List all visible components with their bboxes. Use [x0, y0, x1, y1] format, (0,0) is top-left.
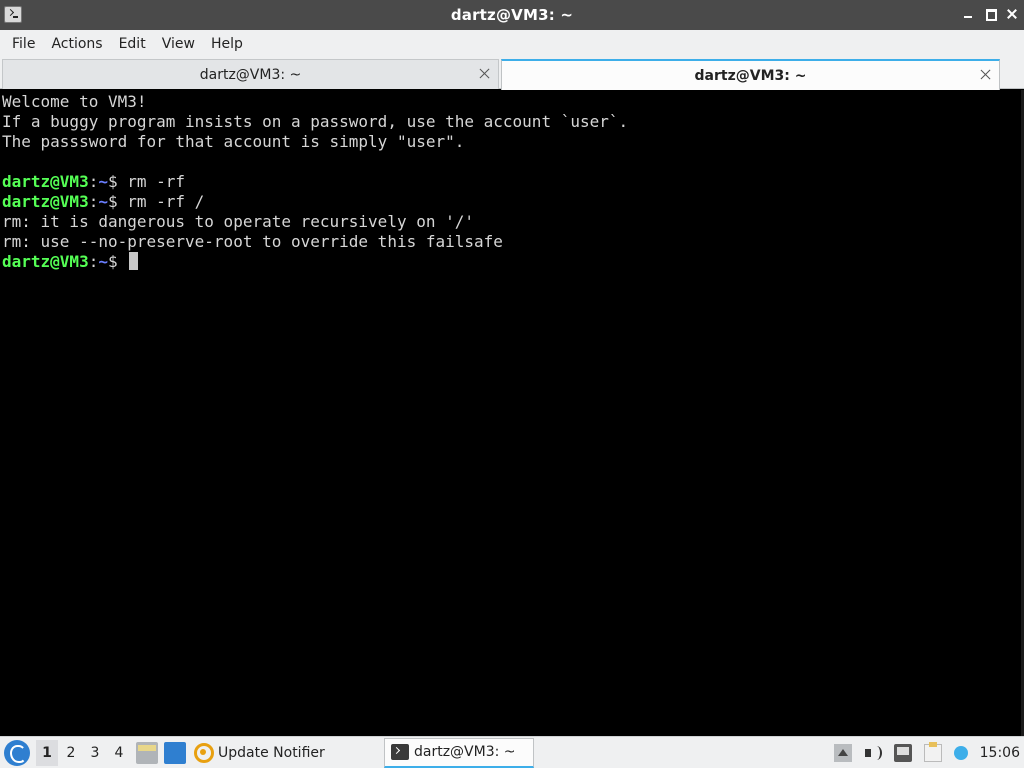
prompt-user: dartz@VM3 [2, 192, 89, 211]
window-titlebar[interactable]: dartz@VM3: ~ [0, 0, 1024, 30]
command-line: dartz@VM3:~$ rm -rf [2, 172, 1024, 192]
prompt-sep: : [88, 172, 99, 191]
tab-close-icon[interactable] [980, 69, 991, 80]
command-text: rm -rf / [127, 192, 205, 211]
motd-line: The passsword for that account is simply… [2, 132, 465, 151]
prompt-user: dartz@VM3 [2, 172, 89, 191]
menu-help[interactable]: Help [203, 36, 251, 52]
tab-1[interactable]: dartz@VM3: ~ [2, 59, 499, 89]
taskbar: 1 2 3 4 Update Notifier dartz@VM3: ~ 15:… [0, 736, 1024, 768]
active-prompt-line[interactable]: dartz@VM3:~$ [2, 252, 1024, 272]
motd-line: Welcome to VM3! [2, 92, 147, 111]
prompt-path: ~ [98, 252, 108, 271]
terminal-output[interactable]: Welcome to VM3! If a buggy program insis… [0, 90, 1024, 736]
terminal-icon [391, 744, 409, 760]
tab-bar: dartz@VM3: ~ dartz@VM3: ~ [0, 58, 1024, 90]
close-icon[interactable] [1006, 8, 1018, 20]
show-hidden-icon[interactable] [833, 744, 852, 762]
tab-label: dartz@VM3: ~ [199, 66, 302, 83]
output-line: rm: use --no-preserve-root to override t… [2, 232, 503, 251]
file-manager-icon[interactable] [136, 741, 158, 764]
terminal-icon[interactable] [4, 6, 22, 23]
prompt-path: ~ [98, 172, 108, 191]
task-update-notifier[interactable]: Update Notifier [194, 739, 384, 767]
show-desktop-icon[interactable] [164, 741, 186, 764]
tab-close-icon[interactable] [479, 68, 490, 79]
minimize-icon[interactable] [962, 8, 974, 20]
update-notifier-icon [194, 742, 214, 763]
task-label: dartz@VM3: ~ [414, 744, 516, 760]
prompt-symbol: $ [107, 192, 128, 211]
command-text: rm -rf [127, 172, 186, 191]
lxqt-start-icon[interactable] [4, 739, 30, 766]
desktop-2-button[interactable]: 2 [60, 740, 82, 766]
window-controls [962, 8, 1018, 21]
prompt-user: dartz@VM3 [2, 252, 89, 271]
task-terminal[interactable]: dartz@VM3: ~ [384, 737, 534, 768]
menu-bar: File Actions Edit View Help [0, 30, 1024, 58]
prompt-sep: : [88, 192, 99, 211]
system-tray: 15:06 [833, 737, 1024, 768]
prompt-path: ~ [98, 192, 108, 211]
menu-edit[interactable]: Edit [111, 36, 154, 52]
command-line: dartz@VM3:~$ rm -rf / [2, 192, 1024, 212]
maximize-icon[interactable] [984, 8, 997, 21]
network-icon[interactable] [893, 744, 912, 762]
clipboard-icon[interactable] [923, 742, 942, 762]
clock[interactable]: 15:06 [980, 745, 1020, 761]
prompt-symbol: $ [107, 172, 128, 191]
desktop-3-button[interactable]: 3 [84, 740, 106, 766]
menu-actions[interactable]: Actions [43, 36, 110, 52]
menu-file[interactable]: File [4, 36, 43, 52]
window-title: dartz@VM3: ~ [450, 6, 574, 24]
desktop-4-button[interactable]: 4 [108, 740, 130, 766]
tab-label: dartz@VM3: ~ [694, 67, 807, 84]
prompt-symbol: $ [107, 252, 128, 271]
task-label: Update Notifier [218, 744, 325, 761]
prompt-sep: : [88, 252, 99, 271]
menu-view[interactable]: View [154, 36, 203, 52]
desktop-1-button[interactable]: 1 [36, 739, 58, 766]
volume-icon[interactable] [864, 744, 882, 762]
notification-icon[interactable] [953, 746, 968, 760]
motd-line: If a buggy program insists on a password… [2, 112, 629, 131]
text-cursor [129, 252, 139, 270]
tab-2[interactable]: dartz@VM3: ~ [501, 59, 1000, 90]
output-line: rm: it is dangerous to operate recursive… [2, 212, 475, 231]
